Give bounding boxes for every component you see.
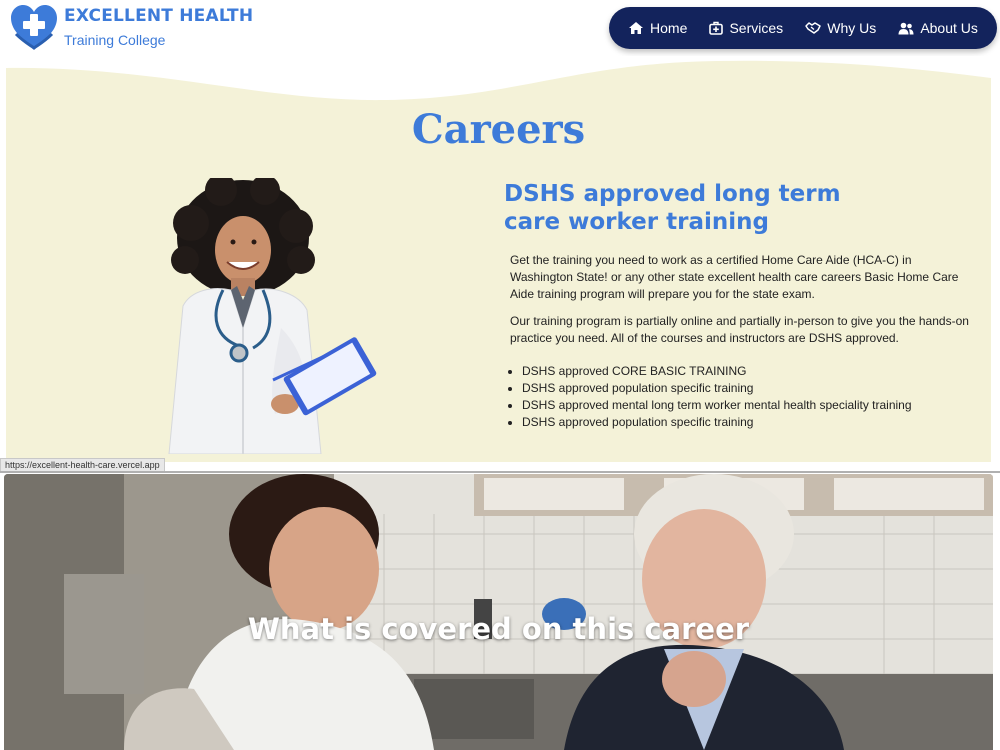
training-list-item: DSHS approved population specific traini… [522,414,974,431]
careers-headline: DSHS approved long term care worker trai… [504,181,841,235]
site-header: EXCELLENT HEALTH Training College Home S… [0,0,1000,56]
wave-divider [6,56,991,101]
nav-services[interactable]: Services [709,20,783,36]
section-divider [0,471,1000,473]
training-list-item: DSHS approved mental long term worker me… [522,397,974,414]
careers-section: Careers DSHS approved long term care wor… [6,56,991,462]
careers-paragraph: Get the training you need to work as a c… [510,253,959,301]
hero-heading: What is covered on this career [247,612,750,646]
doctor-illustration [168,178,377,454]
nav-services-label: Services [729,20,784,36]
nav-why-us[interactable]: Why Us [805,20,876,36]
hero-section: What is covered on this career [4,474,993,750]
nav-why-us-label: Why Us [827,20,877,36]
nav-about-us[interactable]: About Us [898,20,978,36]
home-icon [629,22,644,34]
brand-subtitle: Training College [64,31,166,48]
training-list: DSHS approved CORE BASIC TRAINING DSHS a… [504,363,974,431]
medical-bag-icon [709,21,724,35]
careers-heading: Careers [411,106,586,153]
careers-content: DSHS approved long term care worker trai… [504,180,974,431]
nav-home[interactable]: Home [628,20,687,36]
logo[interactable]: EXCELLENT HEALTH Training College [10,4,253,50]
nav-home-label: Home [650,20,688,36]
nav-about-us-label: About Us [920,20,978,36]
careers-paragraph: Our training program is partially online… [510,314,969,345]
training-list-item: DSHS approved population specific traini… [522,380,974,397]
heart-cross-logo-icon [10,4,58,50]
training-list-item: DSHS approved CORE BASIC TRAINING [522,363,974,380]
handshake-icon [805,22,821,34]
users-icon [898,22,914,34]
status-bar-url: https://excellent-health-care.vercel.app [0,458,165,472]
main-nav: Home Services Why Us About Us [609,7,997,49]
brand-title: EXCELLENT HEALTH [64,5,254,26]
